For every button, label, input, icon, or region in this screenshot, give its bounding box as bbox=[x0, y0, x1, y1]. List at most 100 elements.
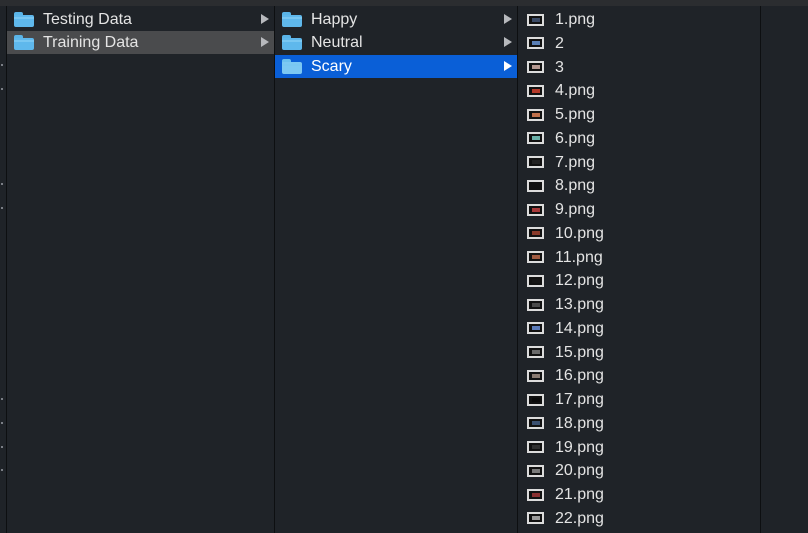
file-row[interactable]: 7.png bbox=[518, 151, 760, 174]
file-label: 8.png bbox=[555, 177, 596, 195]
image-thumbnail-icon bbox=[527, 227, 544, 240]
file-row[interactable]: 2 bbox=[518, 32, 760, 55]
thumbnail-detail bbox=[532, 231, 540, 236]
image-thumbnail-icon bbox=[527, 37, 544, 50]
truncated-item-marker bbox=[1, 446, 3, 448]
file-label: 13.png bbox=[555, 296, 604, 313]
file-label: 14.png bbox=[555, 319, 604, 337]
image-thumbnail-icon bbox=[527, 322, 544, 335]
thumbnail-detail bbox=[532, 207, 540, 212]
thumbnail-detail bbox=[532, 255, 540, 259]
image-thumbnail-icon bbox=[527, 132, 544, 145]
image-thumbnail-icon bbox=[527, 464, 544, 477]
file-row[interactable]: 19.png bbox=[518, 436, 760, 459]
file-row[interactable]: 20.png bbox=[518, 459, 760, 482]
thumbnail-detail bbox=[532, 421, 540, 426]
file-row[interactable]: 14.png bbox=[518, 317, 760, 340]
folder-row-neutral[interactable]: Neutral bbox=[275, 31, 517, 54]
file-row[interactable]: 15.png bbox=[518, 341, 760, 364]
thumbnail-detail bbox=[532, 278, 540, 283]
folder-label: Neutral bbox=[311, 34, 363, 51]
image-thumbnail-icon bbox=[527, 203, 544, 216]
column-training-subfolders: Happy Neutral Scary bbox=[275, 6, 518, 533]
image-thumbnail-icon bbox=[527, 441, 544, 453]
image-thumbnail-icon bbox=[527, 298, 544, 311]
image-thumbnail-icon bbox=[527, 512, 544, 525]
file-label: 1.png bbox=[555, 11, 596, 28]
truncated-item-marker bbox=[1, 183, 3, 185]
file-label: 9.png bbox=[555, 201, 596, 218]
folder-icon bbox=[14, 35, 34, 50]
disclosure-arrow-icon bbox=[504, 14, 512, 24]
disclosure-arrow-icon bbox=[504, 61, 512, 71]
file-row[interactable]: 10.png bbox=[518, 222, 760, 245]
folder-icon bbox=[14, 12, 34, 27]
file-row[interactable]: 13.png bbox=[518, 293, 760, 316]
image-thumbnail-icon bbox=[527, 13, 544, 26]
folder-row-training-data[interactable]: Training Data bbox=[7, 31, 274, 54]
folder-row-scary[interactable]: Scary bbox=[275, 55, 517, 78]
file-row[interactable]: 8.png bbox=[518, 174, 760, 197]
file-row[interactable]: 11.png bbox=[518, 246, 760, 269]
file-label: 15.png bbox=[555, 343, 604, 361]
thumbnail-detail bbox=[532, 516, 540, 521]
file-row[interactable]: 4.png bbox=[518, 79, 760, 102]
folder-row-testing-data[interactable]: Testing Data bbox=[7, 8, 274, 31]
thumbnail-detail bbox=[532, 492, 540, 497]
thumbnail-detail bbox=[532, 397, 540, 402]
file-row[interactable]: 22.png bbox=[518, 507, 760, 530]
image-thumbnail-icon bbox=[527, 108, 544, 121]
file-label: 18.png bbox=[555, 414, 604, 432]
file-label: 19.png bbox=[555, 438, 604, 456]
file-label: 22.png bbox=[555, 509, 604, 527]
image-thumbnail-icon bbox=[527, 346, 544, 358]
folder-row-happy[interactable]: Happy bbox=[275, 8, 517, 31]
file-row[interactable]: 9.png bbox=[518, 198, 760, 221]
truncated-item-marker bbox=[1, 469, 3, 471]
image-thumbnail-icon bbox=[527, 156, 544, 168]
file-row[interactable]: 18.png bbox=[518, 412, 760, 435]
file-label: 10.png bbox=[555, 224, 604, 242]
thumbnail-detail bbox=[532, 326, 540, 331]
previous-column[interactable] bbox=[0, 6, 7, 533]
file-row[interactable]: 12.png bbox=[518, 269, 760, 292]
disclosure-arrow-icon bbox=[261, 37, 269, 47]
image-thumbnail-icon bbox=[527, 61, 544, 73]
image-thumbnail-icon bbox=[527, 369, 544, 382]
file-row[interactable]: 21.png bbox=[518, 483, 760, 506]
thumbnail-detail bbox=[532, 373, 540, 378]
file-row[interactable]: 6.png bbox=[518, 127, 760, 150]
truncated-item-marker bbox=[1, 88, 3, 90]
disclosure-arrow-icon bbox=[504, 37, 512, 47]
image-thumbnail-icon bbox=[527, 488, 544, 501]
column-scary-files: 1.png 2 3 4.png 5.png 6.png 7.png 8.png 9.png 10.… bbox=[518, 6, 761, 533]
folder-label: Happy bbox=[311, 11, 358, 28]
folder-icon bbox=[282, 12, 302, 27]
file-label: 20.png bbox=[555, 462, 604, 480]
file-label: 11.png bbox=[555, 248, 603, 266]
image-thumbnail-icon bbox=[527, 251, 544, 263]
file-row[interactable]: 5.png bbox=[518, 103, 760, 126]
truncated-item-marker bbox=[1, 422, 3, 424]
file-row[interactable]: 3 bbox=[518, 56, 760, 79]
file-label: 12.png bbox=[555, 272, 604, 290]
file-row[interactable]: 1.png bbox=[518, 8, 760, 31]
folder-icon bbox=[282, 35, 302, 50]
folder-label: Testing Data bbox=[43, 11, 132, 28]
file-label: 16.png bbox=[555, 367, 604, 385]
thumbnail-detail bbox=[532, 65, 540, 69]
disclosure-arrow-icon bbox=[261, 14, 269, 24]
empty-column bbox=[761, 6, 808, 533]
file-label: 21.png bbox=[555, 486, 604, 503]
image-thumbnail-icon bbox=[527, 417, 544, 430]
file-label: 6.png bbox=[555, 129, 596, 147]
thumbnail-detail bbox=[532, 41, 540, 46]
folder-label: Training Data bbox=[43, 34, 139, 51]
file-row[interactable]: 16.png bbox=[518, 364, 760, 387]
thumbnail-detail bbox=[532, 88, 540, 93]
truncated-item-marker bbox=[1, 64, 3, 66]
file-label: 2 bbox=[555, 34, 564, 52]
truncated-item-marker bbox=[1, 398, 3, 400]
file-row[interactable]: 17.png bbox=[518, 388, 760, 411]
thumbnail-detail bbox=[532, 160, 540, 164]
